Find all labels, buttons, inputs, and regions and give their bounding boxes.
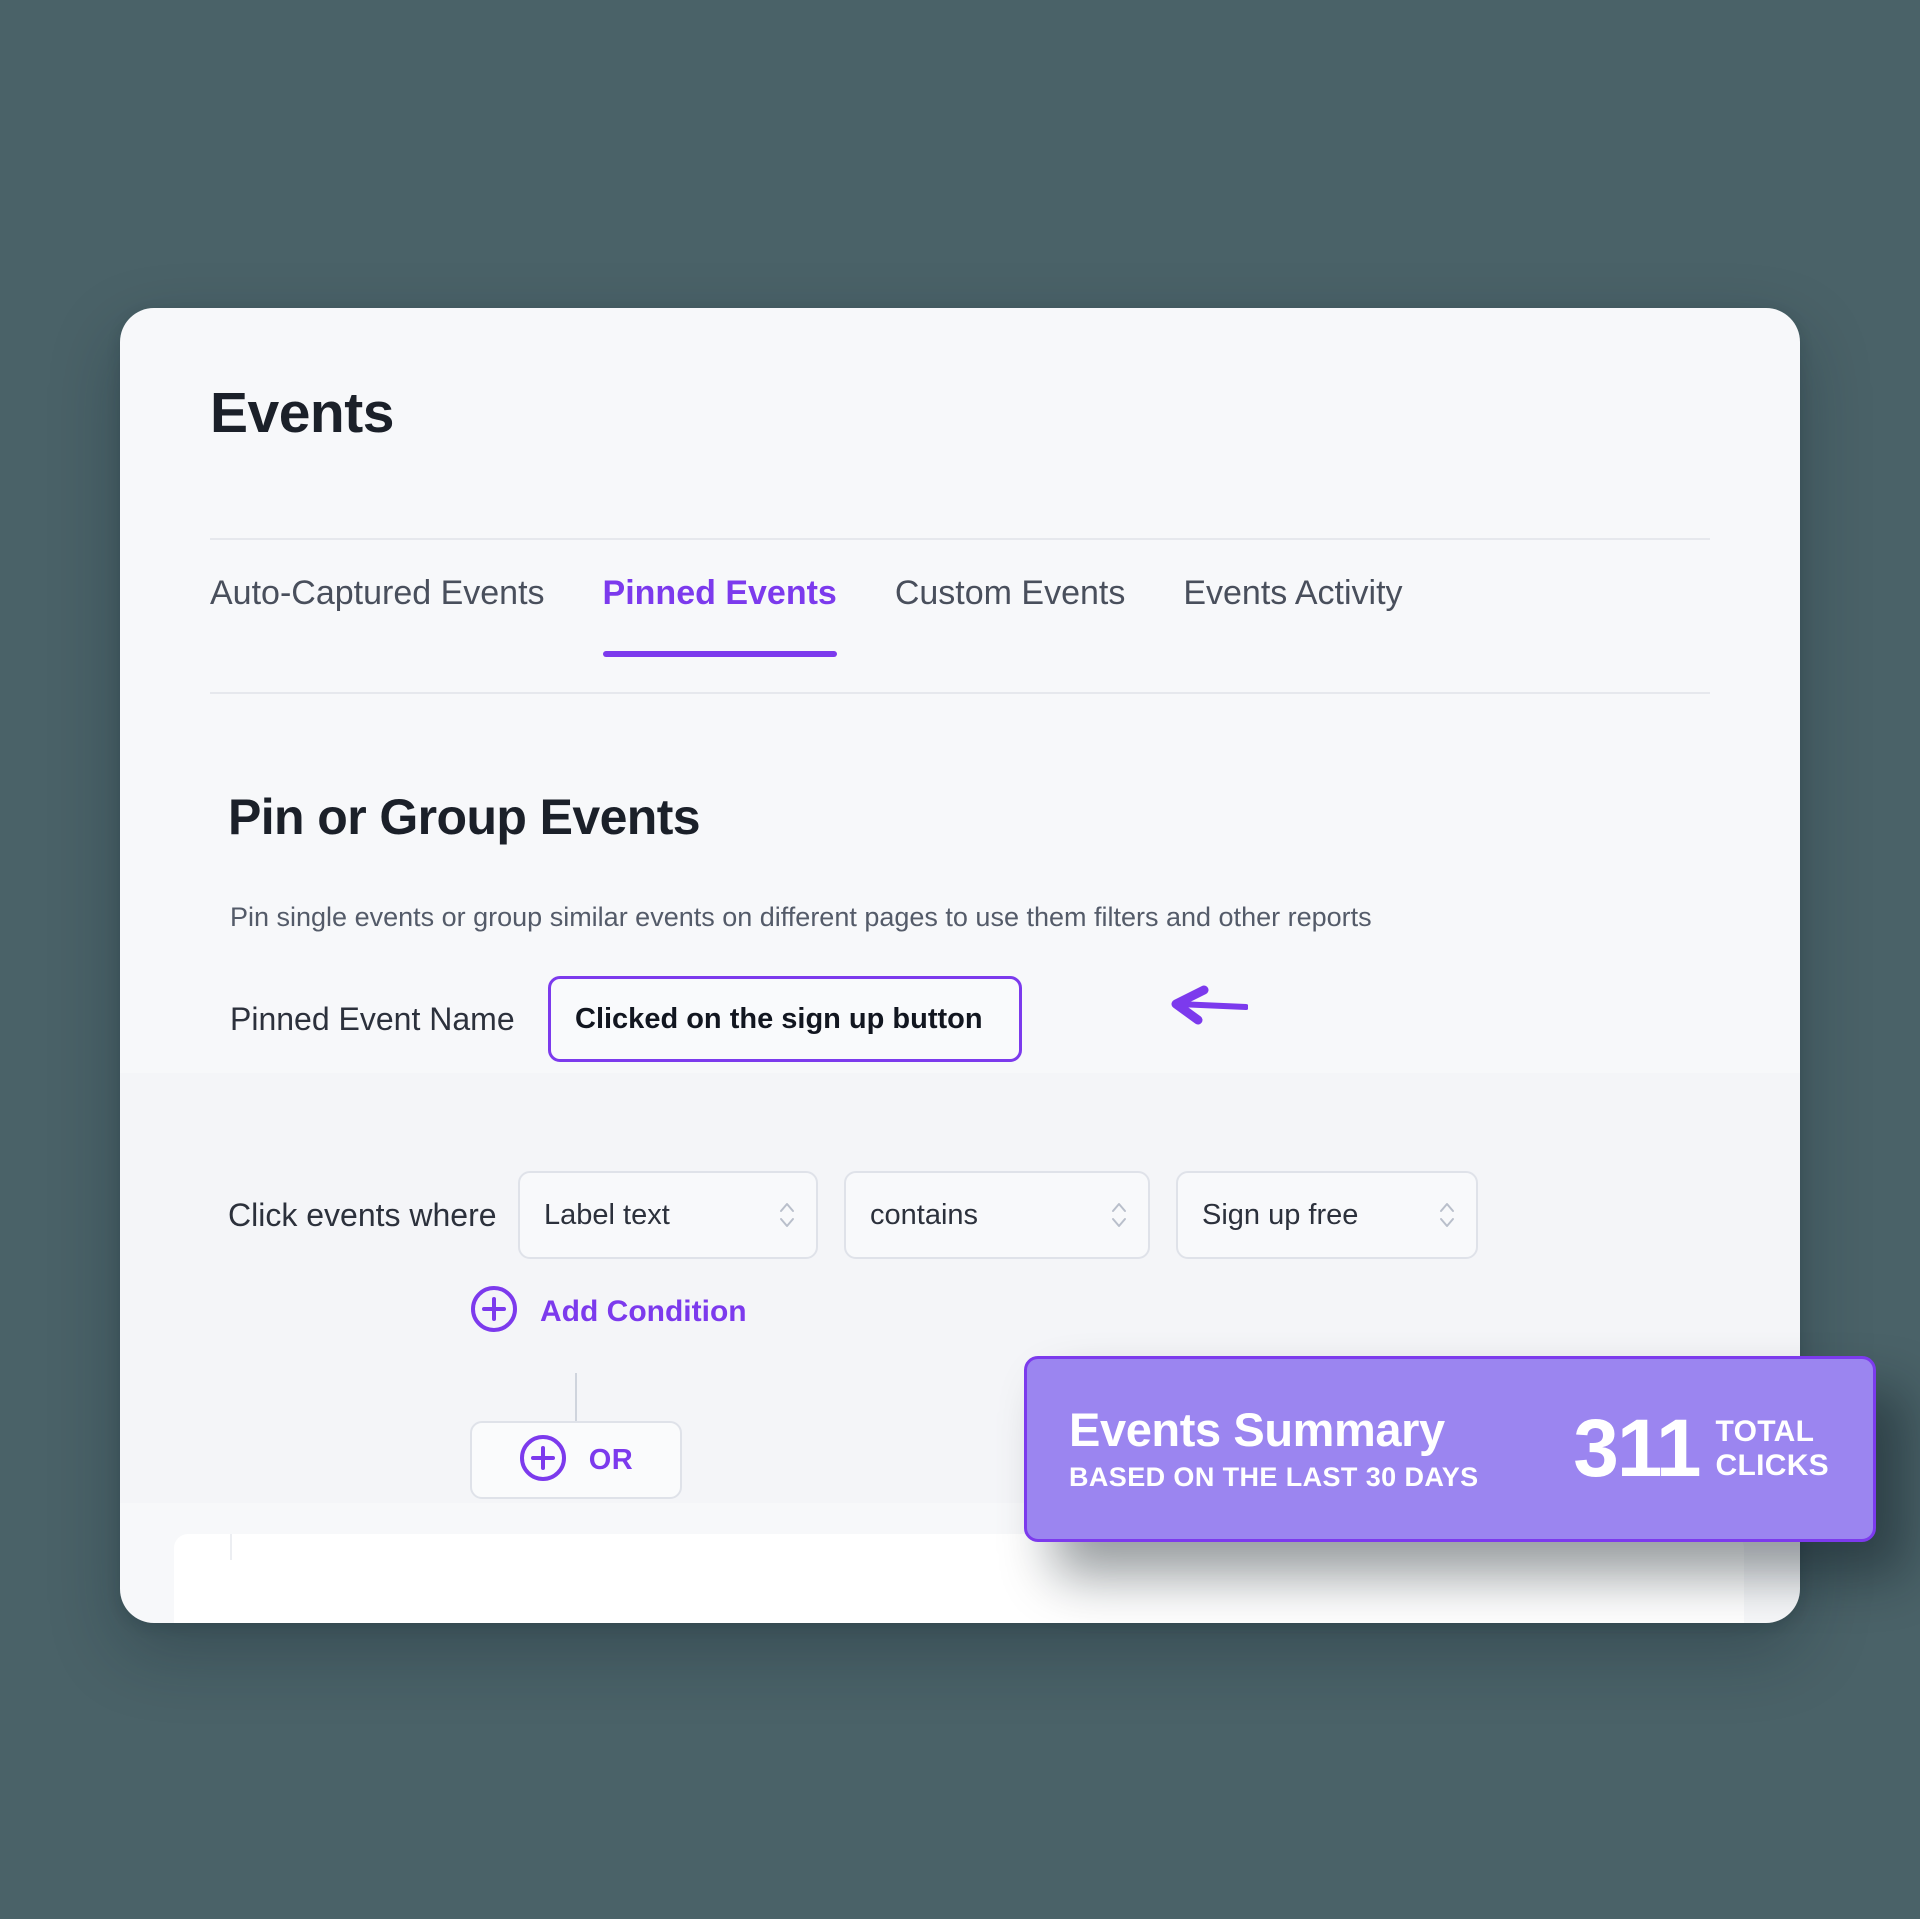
stepper-chevrons-icon xyxy=(1438,1195,1456,1235)
condition-attribute-value: Label text xyxy=(544,1198,670,1231)
tab-pinned-events[interactable]: Pinned Events xyxy=(602,574,838,657)
events-table-sliver-divider xyxy=(230,1534,232,1560)
page-title: Events xyxy=(210,381,394,445)
events-summary-count: 311 xyxy=(1573,1403,1701,1495)
events-summary-banner: Events Summary BASED ON THE LAST 30 DAYS… xyxy=(1024,1356,1876,1542)
add-condition-label: Add Condition xyxy=(540,1294,747,1328)
stepper-chevrons-icon xyxy=(778,1195,796,1235)
plus-circle-icon xyxy=(519,1434,567,1487)
section-description: Pin single events or group similar event… xyxy=(230,902,1372,932)
pinned-event-name-row: Pinned Event Name Clicked on the sign up… xyxy=(230,976,1022,1062)
events-summary-unit: TOTAL CLICKS xyxy=(1716,1415,1829,1482)
events-table-sliver xyxy=(174,1534,1744,1623)
events-summary-unit-line2: CLICKS xyxy=(1715,1448,1829,1482)
condition-row: Click events where Label text contains S… xyxy=(228,1171,1478,1259)
condition-value-text: Sign up free xyxy=(1202,1198,1359,1231)
plus-circle-icon xyxy=(470,1285,518,1338)
events-summary-subtitle: BASED ON THE LAST 30 DAYS xyxy=(1069,1462,1479,1493)
add-condition-button[interactable]: Add Condition xyxy=(470,1285,747,1338)
tab-auto-captured-events[interactable]: Auto-Captured Events xyxy=(210,574,545,657)
events-summary-text-block: Events Summary BASED ON THE LAST 30 DAYS xyxy=(1069,1402,1479,1493)
events-summary-metric: 311 TOTAL CLICKS xyxy=(1573,1403,1829,1495)
or-connector-line xyxy=(575,1373,577,1421)
condition-operator-value: contains xyxy=(870,1198,979,1231)
condition-value-select[interactable]: Sign up free xyxy=(1176,1171,1478,1259)
or-label: OR xyxy=(588,1443,634,1476)
events-summary-unit-line1: TOTAL xyxy=(1715,1415,1815,1449)
tab-events-activity[interactable]: Events Activity xyxy=(1183,574,1402,657)
header-divider xyxy=(210,538,1710,540)
condition-attribute-select[interactable]: Label text xyxy=(518,1171,818,1259)
stepper-chevrons-icon xyxy=(1110,1195,1128,1235)
condition-operator-select[interactable]: contains xyxy=(844,1171,1150,1259)
add-or-group-button[interactable]: OR xyxy=(470,1421,682,1499)
events-summary-title: Events Summary xyxy=(1069,1402,1445,1456)
tab-custom-events[interactable]: Custom Events xyxy=(895,574,1126,657)
condition-row-label: Click events where xyxy=(228,1196,497,1233)
pinned-event-name-input[interactable]: Clicked on the sign up button xyxy=(548,976,1022,1062)
tab-bar: Auto-Captured Events Pinned Events Custo… xyxy=(210,574,1403,657)
tabs-divider xyxy=(210,692,1710,694)
pinned-event-name-label: Pinned Event Name xyxy=(230,1000,515,1037)
section-title: Pin or Group Events xyxy=(228,789,701,845)
